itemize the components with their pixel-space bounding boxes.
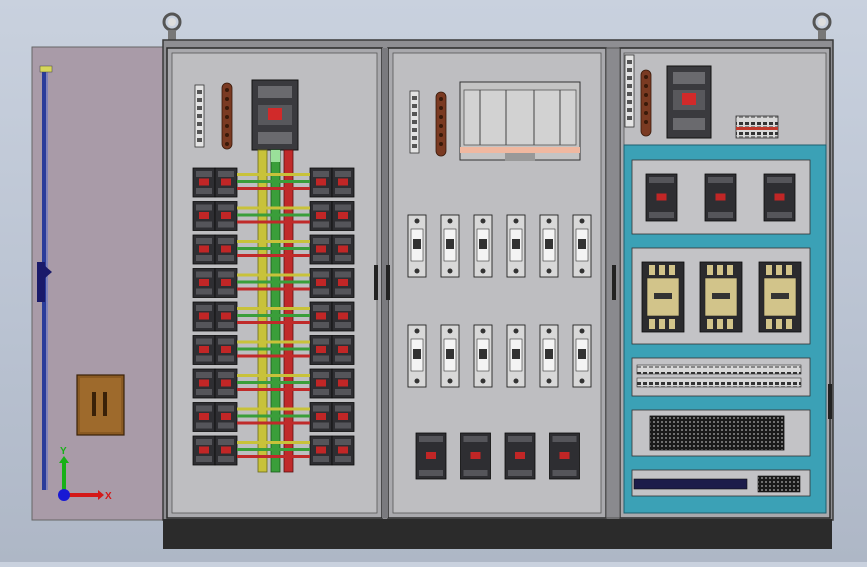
z-axis-arrow bbox=[58, 489, 70, 501]
mcb-breaker bbox=[309, 201, 333, 231]
mcb-breaker bbox=[192, 167, 216, 198]
y-axis-label: Y bbox=[60, 446, 67, 457]
busbar-tap-l2 bbox=[237, 381, 310, 384]
busbar-tap-l3 bbox=[237, 287, 310, 291]
mcb-breaker bbox=[214, 335, 238, 365]
busbar-tap-l3 bbox=[237, 388, 310, 391]
open-door[interactable] bbox=[31, 46, 166, 521]
x-axis-label: X bbox=[105, 491, 112, 502]
mcb-breaker bbox=[704, 173, 737, 222]
fuse-holder bbox=[572, 324, 592, 388]
busbar-tap-l1 bbox=[237, 206, 310, 210]
busbar-tap-l1 bbox=[237, 340, 310, 344]
hinge-3 bbox=[612, 265, 616, 300]
fuse-holder bbox=[506, 324, 526, 388]
mcb-breaker bbox=[192, 402, 216, 432]
mcb-breaker bbox=[415, 432, 447, 480]
cad-viewport[interactable]: X Y bbox=[0, 0, 867, 562]
hinge-2 bbox=[386, 265, 390, 300]
mcb-breaker bbox=[331, 402, 355, 432]
busbar-tap-l1 bbox=[237, 240, 310, 243]
mcb-breaker bbox=[460, 432, 491, 480]
contactor bbox=[699, 261, 743, 333]
busbar-tap-l3 bbox=[237, 220, 310, 224]
mcb-breaker bbox=[331, 234, 355, 265]
hinge-1 bbox=[374, 265, 378, 300]
mcb-breaker bbox=[192, 368, 216, 399]
busbar-tap-l2 bbox=[237, 280, 310, 284]
mcb-breaker bbox=[309, 268, 333, 298]
mcb-breaker bbox=[192, 435, 216, 466]
mcb-breaker bbox=[214, 402, 238, 432]
mcb-breaker bbox=[192, 268, 216, 298]
mcb-breaker bbox=[192, 301, 216, 332]
mcb-breaker bbox=[309, 335, 333, 365]
fuse-holder bbox=[539, 324, 559, 388]
busbar-tap-l3 bbox=[237, 421, 310, 425]
mcb-breaker bbox=[309, 402, 333, 432]
busbar-tap-l1 bbox=[237, 441, 310, 444]
busbar-tap-l1 bbox=[237, 374, 310, 377]
fuse-holder bbox=[407, 324, 427, 388]
fuse-holder bbox=[572, 214, 592, 278]
busbar-tap-l2 bbox=[237, 213, 310, 217]
mcb-breaker bbox=[309, 435, 333, 466]
mcb-breaker bbox=[331, 201, 355, 231]
fuse-holder bbox=[539, 214, 559, 278]
mcb-breaker bbox=[192, 234, 216, 265]
mcb-breaker bbox=[331, 368, 355, 399]
mcb-breaker bbox=[504, 432, 536, 480]
mcb-breaker bbox=[331, 435, 355, 466]
mcb-breaker bbox=[214, 301, 238, 332]
mcb-breaker bbox=[331, 301, 355, 332]
mcb-breaker bbox=[331, 167, 355, 198]
mcb-breaker bbox=[214, 201, 238, 231]
busbar-tap-l2 bbox=[237, 448, 310, 451]
busbar-tap-l2 bbox=[237, 247, 310, 250]
busbar-tap-l3 bbox=[237, 187, 310, 190]
mcb-breaker bbox=[645, 173, 678, 222]
mcb-breaker bbox=[331, 268, 355, 298]
contactor bbox=[758, 261, 802, 333]
fuse-holder bbox=[440, 324, 460, 388]
hinge-4 bbox=[828, 384, 832, 419]
fuse-holder bbox=[407, 214, 427, 278]
busbar-tap-l3 bbox=[237, 254, 310, 257]
busbar-tap-l2 bbox=[237, 314, 310, 317]
mcb-breaker bbox=[214, 268, 238, 298]
plinth bbox=[163, 519, 832, 549]
mcb-breaker bbox=[309, 368, 333, 399]
busbar-tap-l2 bbox=[237, 180, 310, 183]
cabinet-model[interactable]: X Y bbox=[0, 0, 867, 562]
lifting-eye-right bbox=[812, 12, 832, 40]
fuse-holder bbox=[506, 214, 526, 278]
fuse-holder bbox=[473, 324, 493, 388]
lifting-eye-left bbox=[162, 12, 182, 40]
mcb-breaker bbox=[549, 432, 580, 480]
busbar-tap-l3 bbox=[237, 354, 310, 358]
mcb-breaker bbox=[214, 435, 238, 466]
mcb-breaker bbox=[192, 335, 216, 365]
busbar-tap-l2 bbox=[237, 347, 310, 351]
mcb-breaker bbox=[214, 368, 238, 399]
busbar-tap-l3 bbox=[237, 455, 310, 458]
mcb-breaker bbox=[309, 301, 333, 332]
mcb-breaker bbox=[331, 335, 355, 365]
fuse-holder bbox=[440, 214, 460, 278]
busbar-tap-l1 bbox=[237, 407, 310, 411]
mcb-breaker bbox=[192, 201, 216, 231]
contactor bbox=[641, 261, 685, 333]
busbar-tap-l3 bbox=[237, 321, 310, 324]
mcb-breaker bbox=[763, 173, 796, 222]
busbar-tap-l1 bbox=[237, 173, 310, 176]
door-pocket bbox=[76, 374, 125, 436]
busbar-tap-l1 bbox=[237, 307, 310, 310]
busbar-tap-l1 bbox=[237, 273, 310, 277]
busbar-tap-l2 bbox=[237, 414, 310, 418]
mcb-breaker bbox=[309, 234, 333, 265]
mcb-breaker bbox=[214, 167, 238, 198]
fuse-holder bbox=[473, 214, 493, 278]
mcb-breaker bbox=[214, 234, 238, 265]
mcb-breaker bbox=[309, 167, 333, 198]
